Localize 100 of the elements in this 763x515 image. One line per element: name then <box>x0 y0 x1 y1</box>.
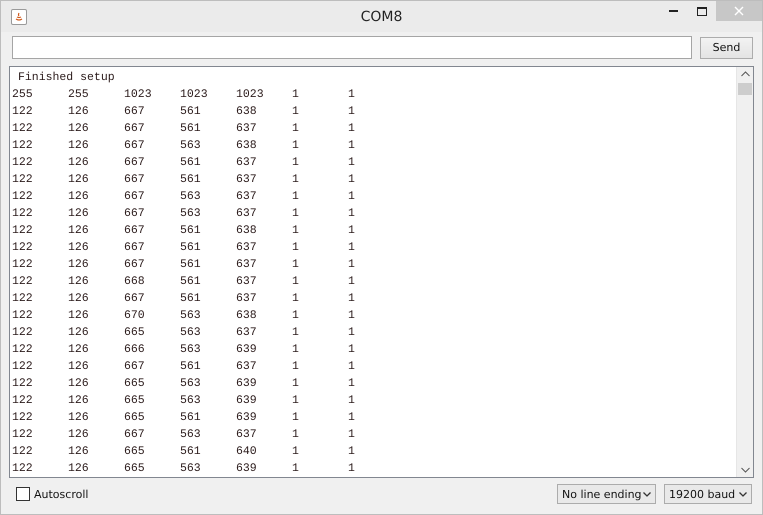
caret-icon <box>739 492 747 496</box>
output-value: 1023 <box>236 87 265 103</box>
input-field[interactable] <box>12 36 692 59</box>
output-value: 639 <box>236 393 258 409</box>
output-value: 1 <box>348 444 356 460</box>
output-value: 638 <box>236 308 258 324</box>
output-value: 122 <box>12 223 34 239</box>
output-value: 1 <box>292 410 300 426</box>
output-value: 637 <box>236 206 258 222</box>
output-value: 639 <box>236 376 258 392</box>
output-value: 122 <box>12 410 34 426</box>
output-value: 1 <box>292 138 300 154</box>
output-value: 638 <box>236 104 258 120</box>
output-value: 126 <box>68 206 90 222</box>
output-value: 561 <box>180 444 202 460</box>
output-value: 122 <box>12 359 34 375</box>
output-value: 563 <box>180 138 202 154</box>
output-value: 122 <box>12 172 34 188</box>
output-value: 638 <box>236 223 258 239</box>
output-value: 126 <box>68 172 90 188</box>
output-value: 1 <box>348 121 356 137</box>
output-value: 665 <box>124 376 146 392</box>
output-value: 1 <box>292 461 300 477</box>
output-value: 122 <box>12 427 34 443</box>
output-value: 126 <box>68 155 90 171</box>
output-value: 255 <box>12 87 34 103</box>
scroll-thumb[interactable] <box>738 83 752 95</box>
output-value: 1 <box>292 240 300 256</box>
output-value: 126 <box>68 427 90 443</box>
output-value: 126 <box>68 223 90 239</box>
baud-rate-dropdown[interactable]: 19200 baud <box>664 484 752 504</box>
output-value: 639 <box>236 461 258 477</box>
output-value: 1 <box>348 87 356 103</box>
output-value: 561 <box>180 172 202 188</box>
output-value: 563 <box>180 206 202 222</box>
output-value: 122 <box>12 444 34 460</box>
scroll-up-icon[interactable] <box>740 71 750 77</box>
output-value: 1 <box>292 427 300 443</box>
output-value: 126 <box>68 444 90 460</box>
output-value: 637 <box>236 325 258 341</box>
output-value: 1 <box>348 291 356 307</box>
output-value: 667 <box>124 155 146 171</box>
output-value: 126 <box>68 393 90 409</box>
output-value: 637 <box>236 240 258 256</box>
autoscroll-checkbox[interactable] <box>16 487 30 501</box>
output-value: 255 <box>68 87 90 103</box>
output-value: 1 <box>348 427 356 443</box>
output-value: 1 <box>292 155 300 171</box>
output-value: 122 <box>12 189 34 205</box>
output-value: 667 <box>124 427 146 443</box>
output-value: 667 <box>124 206 146 222</box>
output-value: 126 <box>68 376 90 392</box>
output-value: 563 <box>180 427 202 443</box>
output-value: 1 <box>292 393 300 409</box>
output-value: 667 <box>124 104 146 120</box>
output-value: 126 <box>68 410 90 426</box>
send-button[interactable]: Send <box>700 36 753 58</box>
output-value: 665 <box>124 393 146 409</box>
output-value: 122 <box>12 138 34 154</box>
output-value: 126 <box>68 189 90 205</box>
output-value: 126 <box>68 138 90 154</box>
output-value: 561 <box>180 257 202 273</box>
output-value: 561 <box>180 410 202 426</box>
scroll-down-icon[interactable] <box>740 467 750 473</box>
output-value: 1 <box>348 308 356 324</box>
output-value: 126 <box>68 308 90 324</box>
output-value: 122 <box>12 104 34 120</box>
output-value: 126 <box>68 291 90 307</box>
minimize-icon <box>668 10 678 12</box>
output-value: 126 <box>68 121 90 137</box>
output-value: 638 <box>236 138 258 154</box>
output-value: 122 <box>12 393 34 409</box>
output-value: 637 <box>236 274 258 290</box>
output-value: 1 <box>348 274 356 290</box>
output-value: 1 <box>348 257 356 273</box>
output-value: 1 <box>292 444 300 460</box>
output-value: 665 <box>124 410 146 426</box>
output-value: 1 <box>292 342 300 358</box>
output-value: 1 <box>292 104 300 120</box>
output-value: 637 <box>236 155 258 171</box>
output-value: 126 <box>68 461 90 477</box>
output-value: 1 <box>348 155 356 171</box>
output-value: 126 <box>68 342 90 358</box>
output-value: 561 <box>180 291 202 307</box>
output-value: 1 <box>348 325 356 341</box>
output-value: 666 <box>124 342 146 358</box>
output-value: 639 <box>236 410 258 426</box>
output-value: 667 <box>124 359 146 375</box>
output-value: 122 <box>12 342 34 358</box>
output-value: 1 <box>292 376 300 392</box>
output-value: 665 <box>124 325 146 341</box>
output-value: 561 <box>180 104 202 120</box>
app-icon <box>11 8 27 24</box>
output-value: 563 <box>180 189 202 205</box>
output-value: 122 <box>12 274 34 290</box>
output-value: 122 <box>12 257 34 273</box>
line-ending-dropdown[interactable]: No line ending <box>557 484 656 504</box>
output-value: 637 <box>236 172 258 188</box>
output-value: 126 <box>68 325 90 341</box>
scrollbar[interactable] <box>736 67 753 477</box>
